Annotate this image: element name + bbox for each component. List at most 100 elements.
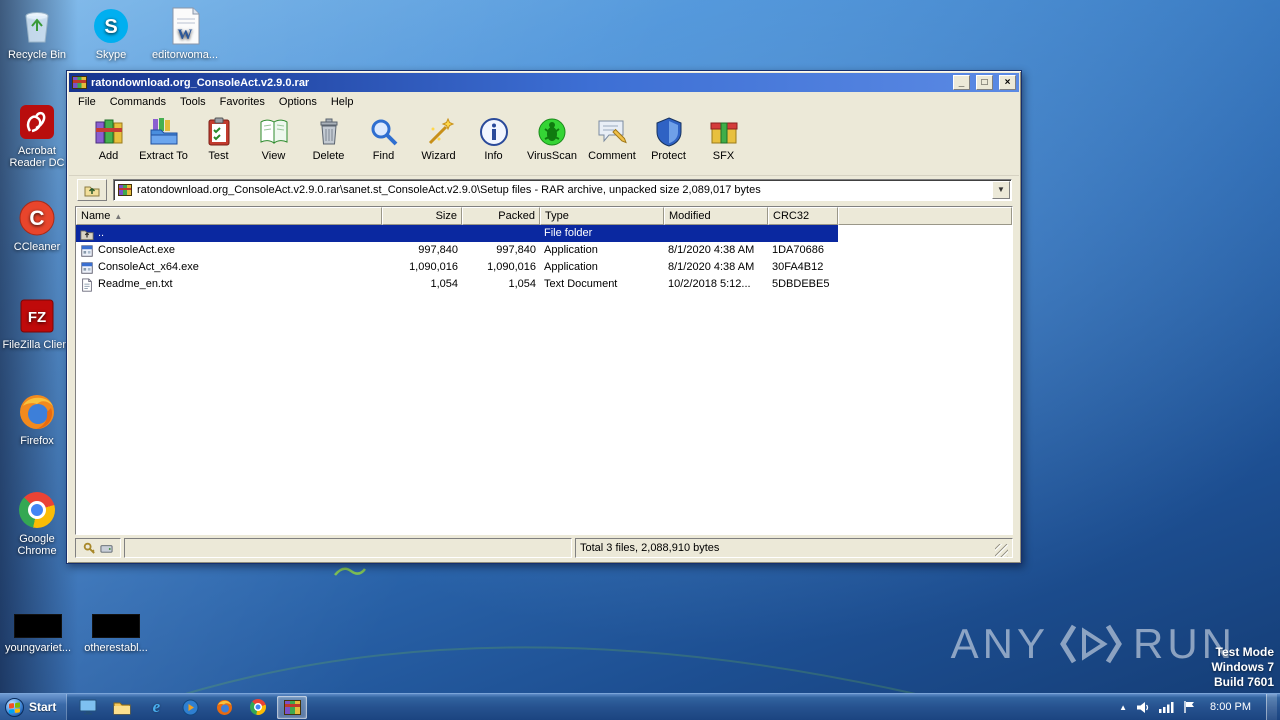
taskbar-explorer-icon[interactable]: [107, 696, 137, 719]
menu-help[interactable]: Help: [324, 94, 361, 110]
desktop-icon-firefox[interactable]: Firefox: [0, 392, 74, 447]
word-document-icon: W: [165, 6, 205, 46]
desktop-icon-skype[interactable]: S Skype: [74, 6, 148, 61]
extract-to-icon: [150, 118, 177, 145]
key-icon: [83, 542, 95, 554]
show-desktop-button[interactable]: [1266, 694, 1277, 720]
menu-file[interactable]: File: [71, 94, 103, 110]
test-button[interactable]: Test: [191, 114, 246, 163]
find-icon: [371, 119, 397, 146]
file-list-body: .. File folder ConsoleAct.exe 997,840 99…: [76, 225, 1012, 534]
network-icon[interactable]: [1159, 701, 1174, 713]
up-one-level-button[interactable]: [77, 178, 107, 201]
taskbar-winrar-icon[interactable]: [277, 695, 308, 719]
action-center-flag-icon[interactable]: [1183, 700, 1195, 714]
column-header-size[interactable]: Size: [382, 207, 462, 225]
window-titlebar[interactable]: ratondownload.org_ConsoleAct.v2.9.0.rar …: [69, 73, 1019, 92]
address-combobox[interactable]: ratondownload.org_ConsoleAct.v2.9.0.rar\…: [113, 178, 1012, 201]
delete-button[interactable]: Delete: [301, 114, 356, 163]
application-file-icon: [81, 261, 93, 274]
desktop-icon-label: Firefox: [20, 435, 54, 447]
svg-text:S: S: [104, 16, 117, 38]
drive-icon: [100, 544, 113, 553]
media-player-icon: [182, 699, 199, 715]
windows-logo-icon: [5, 697, 24, 717]
taskbar-media-player-icon[interactable]: [175, 696, 205, 719]
desktop-icon-recycle-bin[interactable]: Recycle Bin: [0, 6, 74, 61]
taskbar-ie-icon[interactable]: e: [141, 696, 171, 719]
desktop-icon-label: Recycle Bin: [7, 49, 67, 61]
taskbar-desktop-icon[interactable]: [73, 696, 103, 719]
winrar-window: ratondownload.org_ConsoleAct.v2.9.0.rar …: [66, 70, 1022, 564]
virusscan-button[interactable]: VirusScan: [521, 114, 583, 163]
svg-text:FZ: FZ: [28, 309, 46, 326]
acrobat-icon: [17, 102, 57, 142]
testmode-label: Test Mode Windows 7 Build 7601: [1211, 645, 1274, 690]
desktop-icon-chrome[interactable]: Google Chrome: [0, 490, 74, 557]
column-header-modified[interactable]: Modified: [664, 207, 768, 225]
desktop-icon-label: editorwoma...: [151, 49, 219, 61]
column-header-name[interactable]: Name ▲: [76, 207, 382, 225]
menu-tools[interactable]: Tools: [173, 94, 213, 110]
find-button[interactable]: Find: [356, 114, 411, 163]
menu-commands[interactable]: Commands: [103, 94, 173, 110]
add-button[interactable]: Add: [81, 114, 136, 163]
volume-icon[interactable]: [1136, 701, 1150, 714]
status-bar: Total 3 files, 2,088,910 bytes: [75, 538, 1013, 558]
status-total-text: Total 3 files, 2,088,910 bytes: [580, 542, 720, 554]
resize-grip[interactable]: [995, 544, 1008, 557]
filezilla-icon: FZ: [17, 296, 57, 336]
taskbar-clock[interactable]: 8:00 PM: [1204, 701, 1257, 713]
status-message-panel: [124, 538, 572, 558]
address-text: ratondownload.org_ConsoleAct.v2.9.0.rar\…: [137, 183, 761, 196]
desktop-icon-label: CCleaner: [13, 241, 61, 253]
menu-options[interactable]: Options: [272, 94, 324, 110]
virusscan-icon: [538, 118, 566, 146]
file-row-parent-dir[interactable]: .. File folder: [76, 225, 1012, 242]
image-thumbnail: [14, 614, 62, 638]
address-dropdown-button[interactable]: ▼: [992, 180, 1010, 199]
file-row-consoleact-x64-exe[interactable]: ConsoleAct_x64.exe 1,090,016 1,090,016 A…: [76, 259, 1012, 276]
start-button-label: Start: [29, 700, 57, 714]
desktop-icon-word-document[interactable]: W editorwoma...: [148, 6, 222, 61]
column-header-type[interactable]: Type: [540, 207, 664, 225]
desktop-icon-label: FileZilla Client: [2, 339, 72, 351]
winrar-app-icon: [72, 76, 87, 89]
menu-favorites[interactable]: Favorites: [213, 94, 272, 110]
close-button[interactable]: ×: [999, 75, 1016, 90]
protect-button[interactable]: Protect: [641, 114, 696, 163]
maximize-button[interactable]: □: [976, 75, 993, 90]
sfx-button[interactable]: SFX: [696, 114, 751, 163]
chrome-icon: [17, 490, 57, 530]
minimize-button[interactable]: _: [953, 75, 970, 90]
menu-bar: File Commands Tools Favorites Options He…: [69, 92, 1019, 112]
view-button[interactable]: View: [246, 114, 301, 163]
file-row-readme-txt[interactable]: Readme_en.txt 1,054 1,054 Text Document …: [76, 276, 1012, 293]
info-button[interactable]: Info: [466, 114, 521, 163]
desktop-icon-ccleaner[interactable]: C CCleaner: [0, 198, 74, 253]
winrar-books-icon: [283, 699, 301, 715]
extract-to-button[interactable]: Extract To: [136, 114, 191, 163]
image-thumbnail: [92, 614, 140, 638]
testmode-line1: Test Mode: [1215, 645, 1274, 659]
delete-icon: [320, 118, 337, 145]
svg-text:W: W: [178, 27, 193, 43]
show-hidden-icons-button[interactable]: ▲: [1119, 703, 1127, 712]
column-header-packed[interactable]: Packed: [462, 207, 540, 225]
desktop-icon-acrobat[interactable]: Acrobat Reader DC: [0, 102, 74, 169]
column-headers: Name ▲ Size Packed Type Modified CRC32: [76, 207, 1012, 225]
desktop-icon-image-1[interactable]: youngvariet...: [0, 614, 76, 654]
wizard-button[interactable]: Wizard: [411, 114, 466, 163]
taskbar-chrome-icon[interactable]: [243, 696, 273, 719]
desktop-icon-image-2[interactable]: otherestabl...: [78, 614, 154, 654]
start-button[interactable]: Start: [0, 694, 68, 720]
ie-e-icon: e: [152, 697, 161, 716]
taskbar: Start e ▲ 8:00 PM: [0, 693, 1280, 720]
desktop-icon-filezilla[interactable]: FZ FileZilla Client: [0, 296, 74, 351]
taskbar-firefox-icon[interactable]: [209, 696, 239, 719]
testmode-line3: Build 7601: [1213, 675, 1274, 689]
file-row-consoleact-exe[interactable]: ConsoleAct.exe 997,840 997,840 Applicati…: [76, 242, 1012, 259]
sfx-icon: [710, 122, 737, 144]
column-header-crc32[interactable]: CRC32: [768, 207, 838, 225]
comment-button[interactable]: Comment: [583, 114, 641, 163]
